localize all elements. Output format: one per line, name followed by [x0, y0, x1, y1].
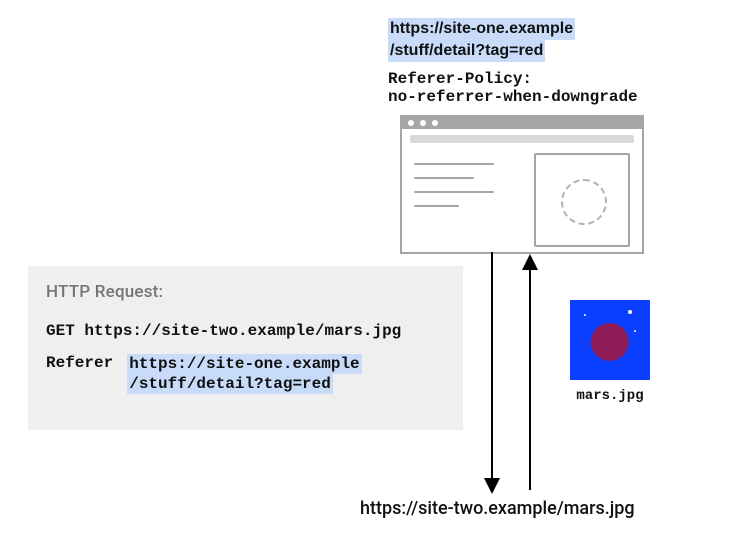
browser-window-icon [400, 115, 644, 254]
content-lines-icon [414, 163, 504, 219]
resource-url: https://site-two.example/mars.jpg [360, 498, 635, 519]
diagram-canvas: https://site-one.example /stuff/detail?t… [0, 0, 744, 544]
http-request-box: HTTP Request: GET https://site-two.examp… [28, 266, 463, 430]
referrer-policy-line2: no-referrer-when-downgrade [388, 88, 638, 106]
http-request-label: HTTP Request: [46, 282, 445, 302]
referer-value-line2: /stuff/detail?tag=red [127, 374, 333, 394]
mars-thumbnail-icon [570, 300, 650, 380]
browser-urlbar-icon [410, 135, 634, 143]
http-referer-header: Referer https://site-one.example /stuff/… [46, 354, 445, 394]
referrer-policy: Referer-Policy: no-referrer-when-downgra… [388, 70, 638, 106]
mars-filename: mars.jpg [570, 388, 650, 404]
image-placeholder-icon [534, 153, 630, 247]
page-url: https://site-one.example /stuff/detail?t… [388, 18, 575, 62]
http-request-line: GET https://site-two.example/mars.jpg [46, 322, 445, 340]
referer-header-name: Referer [46, 354, 113, 372]
browser-titlebar-icon [402, 117, 642, 129]
page-url-line2: /stuff/detail?tag=red [388, 40, 545, 62]
referrer-policy-line1: Referer-Policy: [388, 70, 532, 88]
page-url-line1: https://site-one.example [388, 18, 575, 40]
referer-value-line1: https://site-one.example [127, 354, 361, 374]
